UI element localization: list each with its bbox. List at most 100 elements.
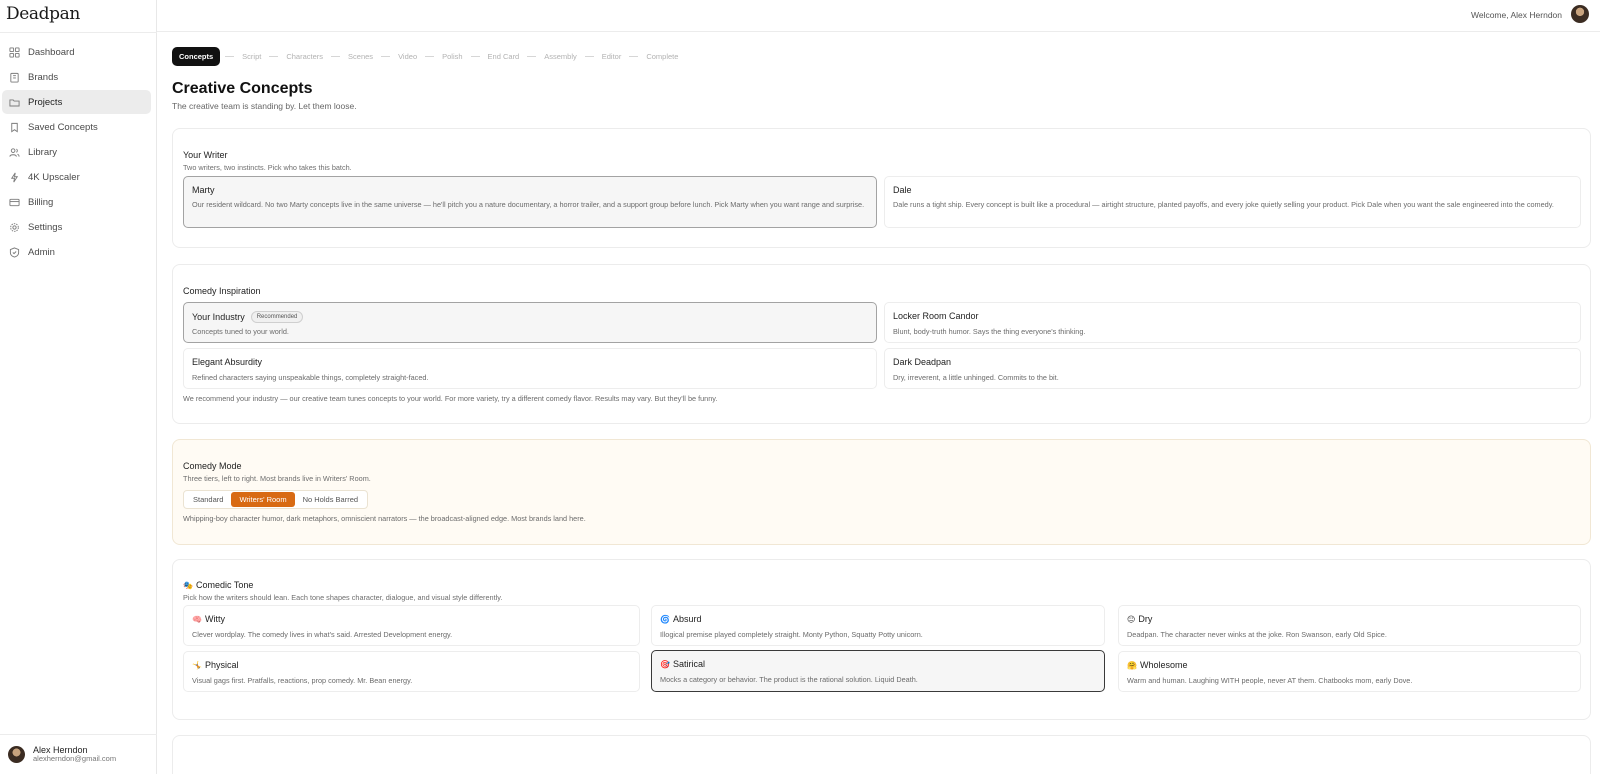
writer-option-dale[interactable]: Dale Dale runs a tight ship. Every conce… bbox=[884, 176, 1581, 228]
inspiration-option-dark-deadpan[interactable]: Dark Deadpan Dry, irreverent, a little u… bbox=[884, 348, 1581, 389]
progress-stepper: Concepts Script Characters Scenes Video … bbox=[172, 47, 681, 66]
option-title: Marty bbox=[192, 185, 215, 195]
sparkle-icon bbox=[9, 172, 20, 183]
user-email: alexherndon@gmail.com bbox=[33, 754, 117, 764]
section-title: Comedic Tone bbox=[195, 580, 254, 590]
option-title: Dale bbox=[893, 185, 912, 195]
folder-icon bbox=[9, 97, 20, 108]
page-subtitle: The creative team is standing by. Let th… bbox=[172, 101, 357, 111]
option-title: Dark Deadpan bbox=[893, 357, 952, 367]
option-title: Witty bbox=[204, 614, 225, 624]
bookmark-icon bbox=[9, 122, 20, 133]
tone-option-dry[interactable]: 😐 Dry Deadpan. The character never winks … bbox=[1118, 605, 1581, 646]
avatar bbox=[8, 746, 25, 763]
sidebar-item-dashboard[interactable]: Dashboard bbox=[2, 40, 151, 64]
brain-icon: 🧠 bbox=[192, 614, 202, 624]
option-title: Physical bbox=[204, 660, 239, 670]
shield-icon bbox=[9, 246, 20, 258]
step-concepts[interactable]: Concepts bbox=[172, 47, 221, 66]
building-icon bbox=[9, 72, 20, 83]
step-end-card: End Card bbox=[487, 52, 520, 61]
option-description: Deadpan. The character never winks at th… bbox=[1127, 630, 1387, 639]
option-description: Warm and human. Laughing WITH people, ne… bbox=[1127, 676, 1413, 685]
inspiration-option-locker-room-candor[interactable]: Locker Room Candor Blunt, body-truth hum… bbox=[884, 302, 1581, 343]
sidebar-item-4k-upscaler[interactable]: 4K Upscaler bbox=[2, 165, 151, 189]
page-title: Creative Concepts bbox=[172, 80, 313, 97]
recommended-badge: Recommended bbox=[250, 311, 304, 323]
option-title: Dry bbox=[1138, 614, 1153, 624]
app-logo[interactable]: Deadpan bbox=[6, 4, 80, 24]
option-title: Locker Room Candor bbox=[893, 311, 979, 321]
logo-divider bbox=[0, 32, 157, 33]
step-editor: Editor bbox=[601, 52, 622, 61]
next-section bbox=[172, 735, 1591, 774]
comedy-inspiration-section: Comedy Inspiration Your Industry Recommen… bbox=[172, 264, 1591, 424]
step-separator bbox=[225, 56, 235, 57]
step-separator bbox=[470, 56, 480, 57]
section-title: Comedy Mode bbox=[183, 461, 242, 471]
step-assembly: Assembly bbox=[544, 52, 577, 61]
users-icon bbox=[9, 147, 20, 158]
user-profile[interactable]: Alex Herndon alexherndon@gmail.com bbox=[0, 734, 157, 774]
sidebar-item-library[interactable]: Library bbox=[2, 140, 151, 164]
section-title: Your Writer bbox=[183, 150, 228, 160]
option-description: Dry, irreverent, a little unhinged. Comm… bbox=[893, 373, 1059, 382]
step-separator bbox=[527, 56, 537, 57]
welcome-text: Welcome, Alex Herndon bbox=[1470, 10, 1562, 20]
gear-icon bbox=[9, 222, 20, 233]
writer-section: Your Writer Two writers, two instincts. … bbox=[172, 128, 1591, 248]
option-description: Our resident wildcard. No two Marty conc… bbox=[192, 200, 865, 209]
tone-option-satirical[interactable]: 🎯 Satirical Mocks a category or behavior.… bbox=[651, 650, 1105, 692]
step-characters: Characters bbox=[286, 52, 324, 61]
mode-option-standard[interactable]: Standard bbox=[185, 492, 231, 507]
section-title: Comedy Inspiration bbox=[183, 286, 261, 296]
step-video: Video bbox=[398, 52, 418, 61]
option-title: Your Industry bbox=[192, 312, 245, 322]
step-scenes: Scenes bbox=[348, 52, 374, 61]
neutral-face-icon: 😐 bbox=[1127, 614, 1136, 624]
sidebar-item-settings[interactable]: Settings bbox=[2, 215, 151, 239]
step-polish: Polish bbox=[442, 52, 463, 61]
section-subtitle: Two writers, two instincts. Pick who tak… bbox=[183, 163, 352, 172]
mode-option-writers-room[interactable]: Writers' Room bbox=[231, 492, 295, 507]
option-description: Illogical premise played completely stra… bbox=[660, 630, 923, 639]
option-title: Absurd bbox=[672, 614, 702, 624]
step-separator bbox=[381, 56, 391, 57]
spiral-icon: 🌀 bbox=[660, 614, 670, 624]
sidebar-item-label: Admin bbox=[28, 246, 55, 258]
tone-option-witty[interactable]: 🧠 Witty Clever wordplay. The comedy lives… bbox=[183, 605, 640, 646]
cartwheel-icon: 🤸 bbox=[192, 660, 202, 670]
sidebar-item-brands[interactable]: Brands bbox=[2, 65, 151, 89]
tone-option-wholesome[interactable]: 🤗 Wholesome Warm and human. Laughing WITH… bbox=[1118, 651, 1581, 692]
option-description: Dale runs a tight ship. Every concept is… bbox=[893, 200, 1554, 209]
writer-option-marty[interactable]: Marty Our resident wildcard. No two Mart… bbox=[183, 176, 877, 228]
tone-option-physical[interactable]: 🤸 Physical Visual gags first. Pratfalls, … bbox=[183, 651, 640, 692]
step-separator bbox=[425, 56, 435, 57]
inspiration-option-elegant-absurdity[interactable]: Elegant Absurdity Refined characters say… bbox=[183, 348, 877, 389]
sidebar-item-label: Settings bbox=[28, 221, 63, 233]
tone-option-absurd[interactable]: 🌀 Absurd Illogical premise played complet… bbox=[651, 605, 1105, 646]
option-description: Clever wordplay. The comedy lives in wha… bbox=[192, 630, 453, 639]
grid-icon bbox=[9, 46, 20, 58]
sidebar-item-billing[interactable]: Billing bbox=[2, 190, 151, 214]
sidebar-item-saved-concepts[interactable]: Saved Concepts bbox=[2, 115, 151, 139]
mode-option-no-holds-barred[interactable]: No Holds Barred bbox=[295, 492, 366, 507]
sidebar-item-label: Dashboard bbox=[28, 46, 75, 58]
sidebar-item-label: Library bbox=[28, 146, 58, 158]
section-subtitle: Pick how the writers should lean. Each t… bbox=[183, 593, 503, 602]
sidebar: Deadpan Dashboard Brands Projects Saved … bbox=[0, 0, 157, 774]
step-separator bbox=[584, 56, 594, 57]
section-subtitle: Three tiers, left to right. Most brands … bbox=[183, 474, 371, 483]
step-separator bbox=[269, 56, 279, 57]
step-separator bbox=[331, 56, 341, 57]
sidebar-item-label: 4K Upscaler bbox=[28, 171, 80, 183]
main-content: Concepts Script Characters Scenes Video … bbox=[157, 33, 1600, 774]
sidebar-item-projects[interactable]: Projects bbox=[2, 90, 151, 114]
step-script: Script bbox=[242, 52, 262, 61]
option-title: Elegant Absurdity bbox=[192, 357, 263, 367]
masks-icon: 🎭 bbox=[183, 581, 193, 590]
sidebar-item-admin[interactable]: Admin bbox=[2, 240, 151, 264]
avatar[interactable] bbox=[1571, 5, 1589, 23]
step-separator bbox=[629, 56, 639, 57]
inspiration-option-your-industry[interactable]: Your Industry Recommended Concepts tuned … bbox=[183, 302, 877, 343]
